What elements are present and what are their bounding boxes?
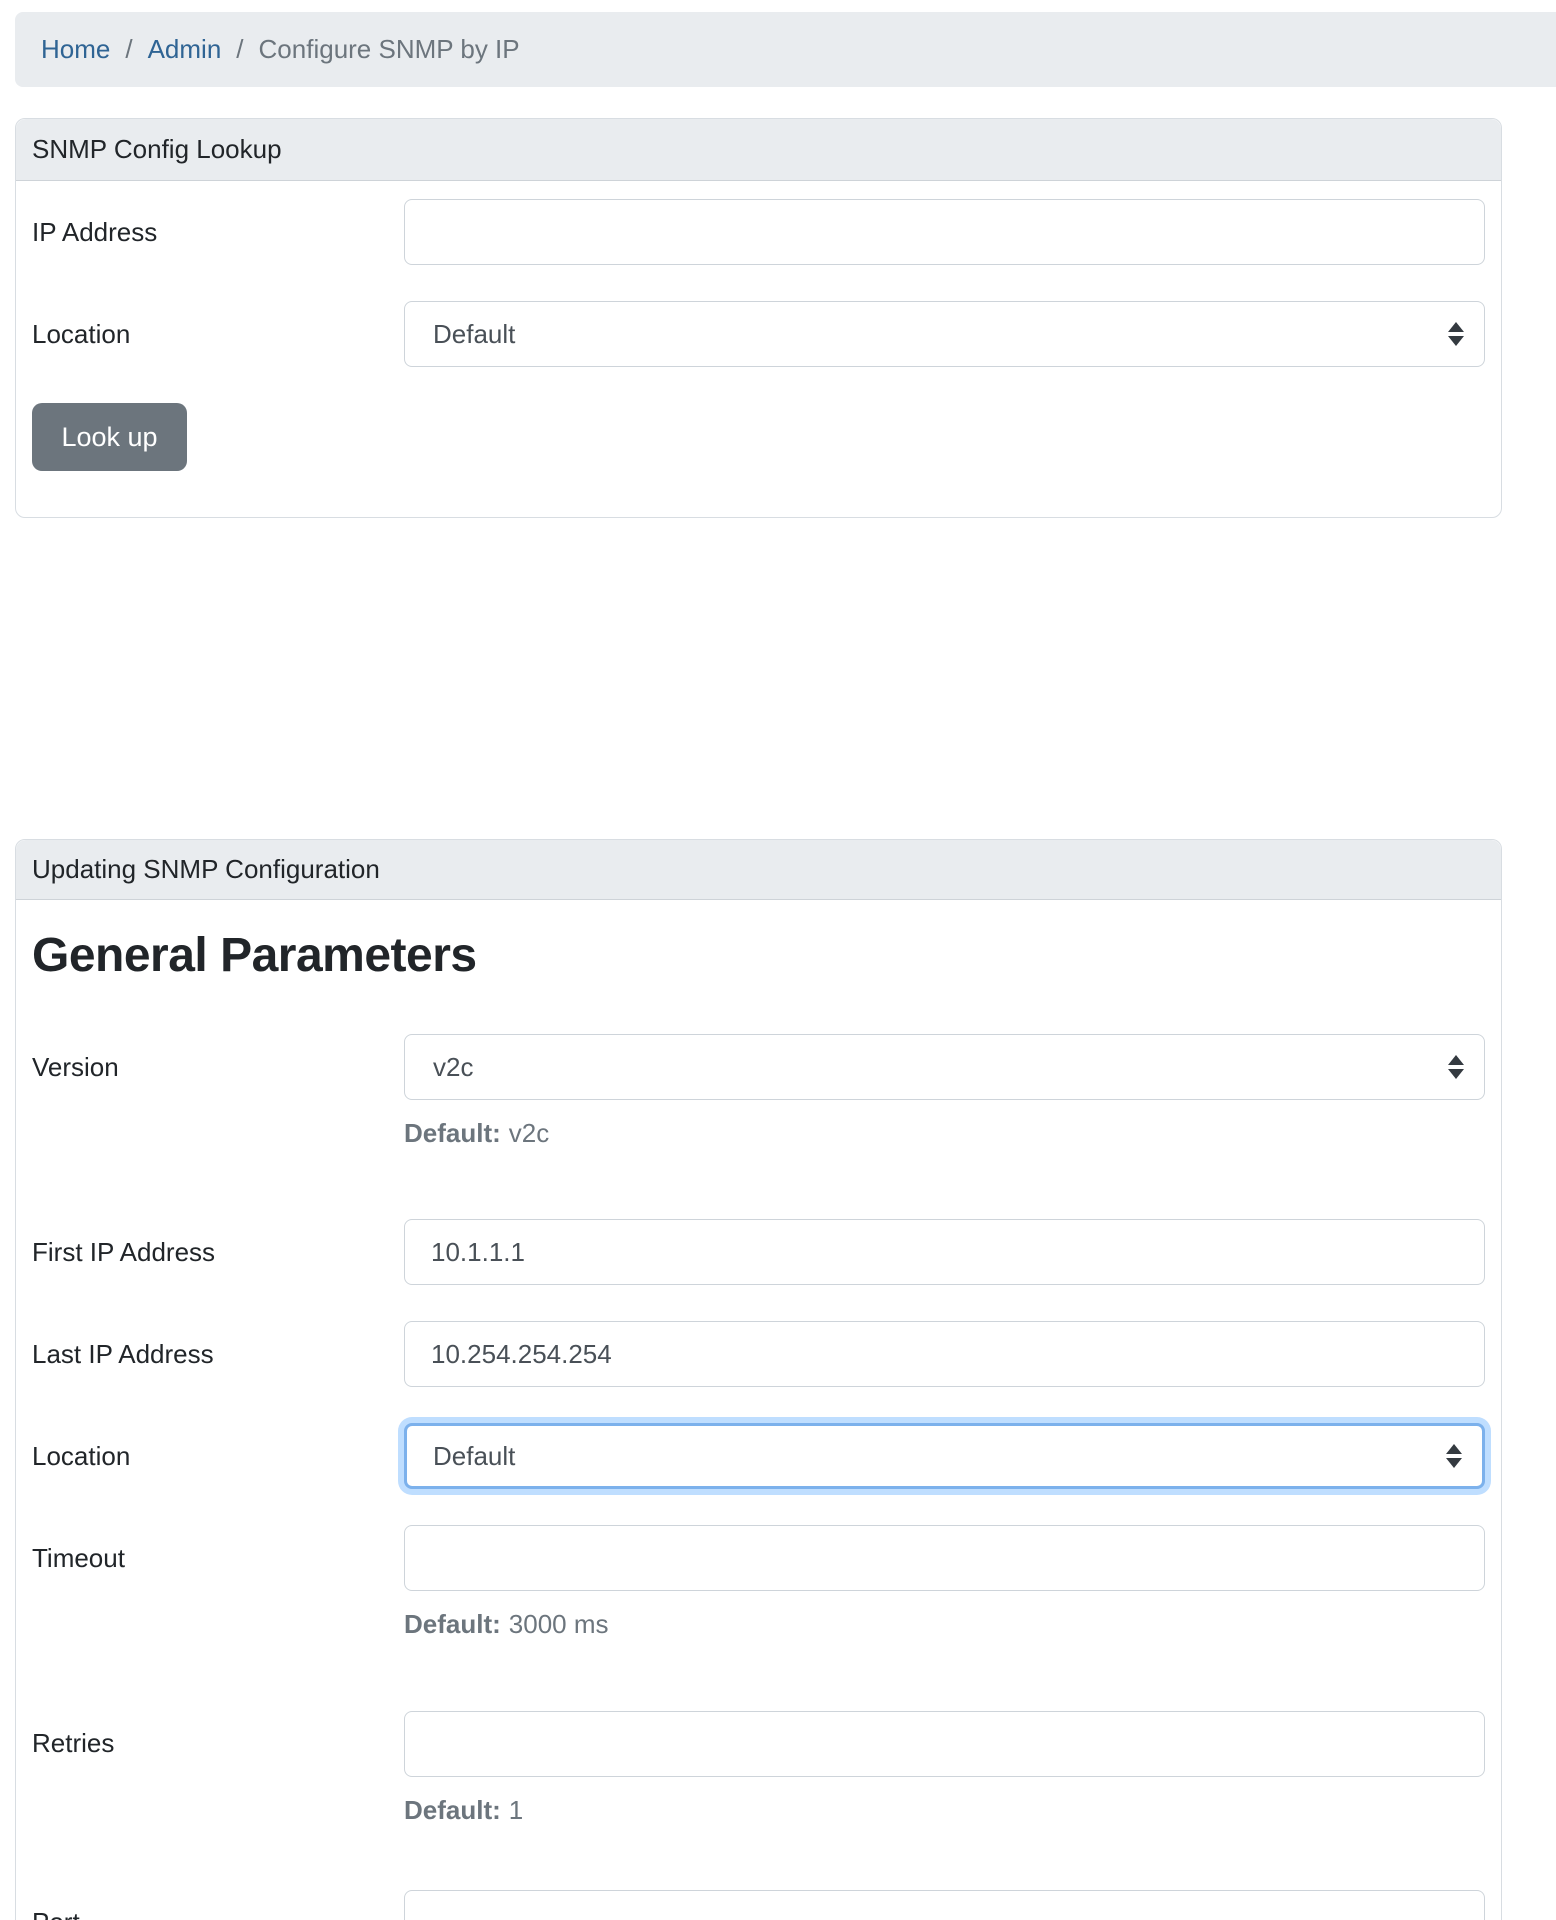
lookup-panel-body: IP Address Location Default Look up [16,181,1501,517]
version-row: Version v2c Default:v2c [32,1034,1485,1149]
retries-label: Retries [32,1711,404,1777]
first-ip-label: First IP Address [32,1219,404,1285]
version-label: Version [32,1034,404,1100]
select-caret-icon [1446,1444,1462,1468]
last-ip-row: Last IP Address [32,1321,1485,1387]
config-location-label: Location [32,1423,404,1489]
breadcrumb-link-home[interactable]: Home [41,34,110,65]
first-ip-input[interactable] [404,1219,1485,1285]
port-input[interactable] [404,1890,1485,1920]
timeout-input[interactable] [404,1525,1485,1591]
last-ip-input[interactable] [404,1321,1485,1387]
config-panel-body: General Parameters Version v2c Default:v… [16,900,1501,1920]
ip-address-label: IP Address [32,199,404,265]
version-default-hint: Default:v2c [404,1118,1485,1149]
updating-snmp-configuration-panel: Updating SNMP Configuration General Para… [15,839,1502,1920]
breadcrumb: Home / Admin / Configure SNMP by IP [15,12,1556,87]
port-row: Port [32,1890,1485,1920]
lookup-panel-title: SNMP Config Lookup [32,134,282,164]
lookup-location-label: Location [32,301,404,367]
config-panel-title: Updating SNMP Configuration [32,854,380,884]
config-location-selected-value: Default [433,1441,515,1472]
lookup-location-row: Location Default [32,301,1485,367]
lookup-location-selected-value: Default [433,319,515,350]
first-ip-row: First IP Address [32,1219,1485,1285]
retries-input[interactable] [404,1711,1485,1777]
config-location-row: Location Default [32,1423,1485,1489]
version-select[interactable]: v2c [404,1034,1485,1100]
last-ip-label: Last IP Address [32,1321,404,1387]
select-caret-icon [1448,1055,1464,1079]
breadcrumb-separator: / [236,34,243,65]
snmp-config-lookup-panel: SNMP Config Lookup IP Address Location D… [15,118,1502,518]
timeout-default-hint: Default:3000 ms [404,1609,1485,1640]
timeout-label: Timeout [32,1525,404,1591]
select-caret-icon [1448,322,1464,346]
lookup-location-select[interactable]: Default [404,301,1485,367]
version-selected-value: v2c [433,1052,473,1083]
general-parameters-heading: General Parameters [32,928,1485,983]
lookup-panel-header: SNMP Config Lookup [16,119,1501,181]
config-location-select[interactable]: Default [404,1423,1485,1489]
config-panel-header: Updating SNMP Configuration [16,840,1501,900]
port-label: Port [32,1890,404,1920]
breadcrumb-separator: / [125,34,132,65]
ip-address-row: IP Address [32,199,1485,265]
retries-row: Retries Default:1 [32,1711,1485,1826]
lookup-button[interactable]: Look up [32,403,187,471]
breadcrumb-link-admin[interactable]: Admin [148,34,222,65]
ip-address-input[interactable] [404,199,1485,265]
timeout-row: Timeout Default:3000 ms [32,1525,1485,1640]
retries-default-hint: Default:1 [404,1795,1485,1826]
breadcrumb-current-page: Configure SNMP by IP [259,34,520,65]
